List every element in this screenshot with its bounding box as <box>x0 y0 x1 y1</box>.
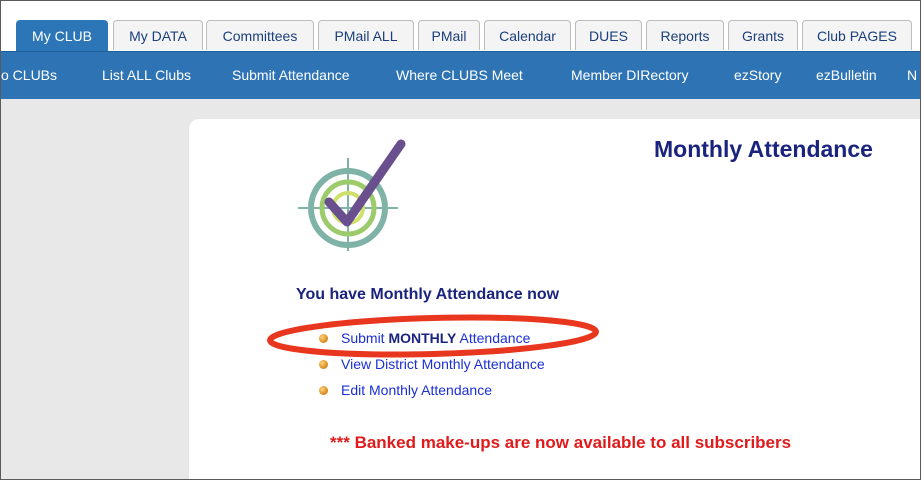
tab-my-club[interactable]: My CLUB <box>16 20 108 52</box>
bullet-icon <box>319 360 328 369</box>
subnav-submit-attendance[interactable]: Submit Attendance <box>232 52 350 99</box>
subnav-list-all-clubs[interactable]: List ALL Clubs <box>102 52 191 99</box>
tab-pmail[interactable]: PMail <box>418 20 480 50</box>
main-tab-bar: My CLUB My DATA Committees PMail ALL PMa… <box>1 1 920 52</box>
target-checkmark-icon <box>298 139 406 251</box>
bullet-icon <box>319 386 328 395</box>
tab-dues[interactable]: DUES <box>575 20 642 50</box>
tab-club-pages[interactable]: Club PAGES <box>802 20 912 50</box>
app-window: My CLUB My DATA Committees PMail ALL PMa… <box>0 0 921 480</box>
tab-grants[interactable]: Grants <box>728 20 798 50</box>
sub-nav-bar: o CLUBs List ALL Clubs Submit Attendance… <box>1 51 920 99</box>
subnav-next[interactable]: N <box>907 52 917 99</box>
subnav-where-clubs-meet[interactable]: Where CLUBS Meet <box>396 52 523 99</box>
page-title: Monthly Attendance <box>654 136 873 162</box>
tab-calendar[interactable]: Calendar <box>484 20 571 50</box>
subnav-clubs[interactable]: o CLUBs <box>1 52 57 99</box>
section-heading: You have Monthly Attendance now <box>296 286 560 303</box>
notice-text: *** Banked make-ups are now available to… <box>330 433 792 452</box>
highlight-oval-annotation <box>267 314 599 358</box>
tab-committees[interactable]: Committees <box>206 20 314 50</box>
tab-pmail-all[interactable]: PMail ALL <box>318 20 414 50</box>
subnav-member-directory[interactable]: Member DIRectory <box>571 52 688 99</box>
subnav-ezbulletin[interactable]: ezBulletin <box>816 52 877 99</box>
subnav-ezstory[interactable]: ezStory <box>734 52 781 99</box>
link-label: Edit Monthly Attendance <box>341 382 492 398</box>
tab-my-data[interactable]: My DATA <box>113 20 203 50</box>
tab-reports[interactable]: Reports <box>646 20 724 50</box>
